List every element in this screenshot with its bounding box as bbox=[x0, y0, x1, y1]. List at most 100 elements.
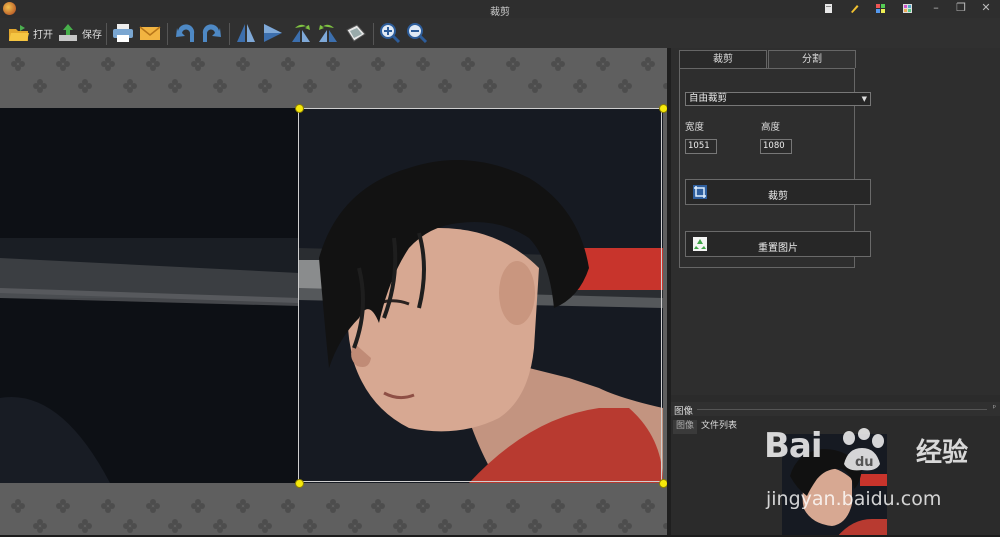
flower-pattern-icon bbox=[168, 519, 182, 533]
save-button[interactable]: 保存 bbox=[57, 21, 102, 45]
tab-crop[interactable]: 裁剪 bbox=[679, 50, 767, 68]
undo-button[interactable] bbox=[173, 21, 197, 45]
flower-pattern-icon bbox=[146, 499, 160, 513]
flower-pattern-icon bbox=[618, 79, 632, 93]
flower-pattern-icon bbox=[78, 79, 92, 93]
header-rule bbox=[697, 409, 987, 410]
palette-grid-icon[interactable] bbox=[902, 3, 913, 14]
crop-handle-top-right[interactable] bbox=[659, 104, 667, 113]
image-thumbnail[interactable] bbox=[782, 434, 887, 537]
reset-button-label: 重置图片 bbox=[758, 243, 798, 254]
flower-pattern-icon bbox=[236, 499, 250, 513]
crop-button-label: 裁剪 bbox=[768, 191, 788, 202]
flower-pattern-icon bbox=[258, 79, 272, 93]
flower-pattern-icon bbox=[596, 499, 610, 513]
zoom-in-button[interactable] bbox=[379, 21, 401, 45]
image-canvas[interactable] bbox=[0, 48, 667, 535]
flip-vertical-button[interactable] bbox=[235, 21, 257, 45]
panel-title: 图像 bbox=[674, 406, 694, 417]
palette-icon[interactable] bbox=[875, 3, 886, 14]
open-button[interactable]: 打开 bbox=[8, 21, 53, 45]
toolbar-separator bbox=[167, 23, 168, 45]
crop-handle-top-left[interactable] bbox=[295, 104, 304, 113]
save-icon bbox=[59, 24, 77, 41]
flower-pattern-icon bbox=[281, 57, 295, 71]
flower-pattern-icon bbox=[11, 499, 25, 513]
flower-pattern-icon bbox=[348, 519, 362, 533]
flower-pattern-icon bbox=[78, 519, 92, 533]
rotate-left-button[interactable] bbox=[289, 21, 313, 45]
rotate-right-icon bbox=[319, 24, 337, 42]
flower-pattern-icon bbox=[483, 79, 497, 93]
open-label: 打开 bbox=[33, 29, 53, 41]
width-field[interactable]: 1051 bbox=[685, 139, 717, 154]
zoom-out-icon bbox=[407, 23, 428, 44]
flower-pattern-icon bbox=[371, 499, 385, 513]
flower-pattern-icon bbox=[461, 57, 475, 71]
crop-handle-bottom-right[interactable] bbox=[659, 479, 667, 488]
thumbnail-photo bbox=[782, 434, 887, 537]
height-field[interactable]: 1080 bbox=[760, 139, 792, 154]
print-button[interactable] bbox=[112, 21, 134, 45]
flower-pattern-icon bbox=[348, 79, 362, 93]
rotate-right-button[interactable] bbox=[316, 21, 340, 45]
toolbar-separator bbox=[373, 23, 374, 45]
crop-mode-select[interactable]: 自由裁剪 ▼ bbox=[685, 92, 871, 106]
minimize-button[interactable]: – bbox=[928, 2, 944, 14]
width-label: 宽度 bbox=[685, 122, 705, 133]
flower-pattern-icon bbox=[123, 79, 137, 93]
image-browser-panel: 图像 ᵖ 图像 文件列表 Bai du 经验 jingyan.baidu.com bbox=[671, 398, 1000, 537]
flower-pattern-icon bbox=[146, 57, 160, 71]
tab-image[interactable]: 图像 bbox=[673, 420, 698, 434]
pencil-icon[interactable] bbox=[849, 3, 860, 14]
flower-pattern-icon bbox=[573, 79, 587, 93]
flower-pattern-icon bbox=[641, 57, 655, 71]
title-bar: 裁剪 – ❐ ✕ bbox=[0, 0, 1000, 18]
flower-pattern-icon bbox=[236, 57, 250, 71]
flip-horizontal-button[interactable] bbox=[262, 21, 284, 45]
flower-pattern-icon bbox=[11, 57, 25, 71]
crop-panel: 裁剪 分割 自由裁剪 ▼ 宽度 高度 1051 1080 裁剪 重置图片 bbox=[671, 48, 1000, 395]
flower-pattern-icon bbox=[371, 57, 385, 71]
restore-button[interactable]: ❐ bbox=[953, 2, 969, 14]
email-button[interactable] bbox=[139, 21, 161, 45]
crop-handle-bottom-left[interactable] bbox=[295, 479, 304, 488]
pin-icon[interactable]: ᵖ bbox=[993, 403, 996, 412]
transform-icon bbox=[346, 24, 366, 42]
zoom-out-button[interactable] bbox=[406, 21, 428, 45]
crop-rectangle[interactable] bbox=[298, 108, 662, 482]
save-label: 保存 bbox=[82, 29, 102, 41]
crop-button[interactable]: 裁剪 bbox=[685, 179, 871, 205]
flower-pattern-icon bbox=[438, 519, 452, 533]
flower-pattern-icon bbox=[56, 57, 70, 71]
toolbar: 打开 保存 bbox=[0, 18, 1000, 49]
transform-button[interactable] bbox=[344, 21, 368, 45]
flower-pattern-icon bbox=[101, 57, 115, 71]
flower-pattern-icon bbox=[213, 79, 227, 93]
tab-file-list[interactable]: 文件列表 bbox=[698, 420, 740, 434]
open-folder-icon bbox=[9, 25, 29, 41]
flower-pattern-icon bbox=[191, 499, 205, 513]
flower-pattern-icon bbox=[528, 79, 542, 93]
flower-pattern-icon bbox=[483, 519, 497, 533]
redo-button[interactable] bbox=[200, 21, 224, 45]
close-button[interactable]: ✕ bbox=[978, 2, 994, 14]
flower-pattern-icon bbox=[528, 519, 542, 533]
flower-pattern-icon bbox=[326, 499, 340, 513]
flower-pattern-icon bbox=[551, 57, 565, 71]
flower-pattern-icon bbox=[281, 499, 295, 513]
chevron-down-icon: ▼ bbox=[861, 95, 867, 103]
flower-pattern-icon bbox=[101, 499, 115, 513]
print-icon bbox=[113, 24, 133, 42]
page-icon[interactable] bbox=[823, 3, 834, 14]
flower-pattern-icon bbox=[506, 57, 520, 71]
flip-vertical-icon bbox=[237, 24, 255, 42]
tab-split[interactable]: 分割 bbox=[768, 50, 856, 68]
email-icon bbox=[139, 26, 161, 40]
redo-icon bbox=[202, 24, 221, 42]
flower-pattern-icon bbox=[303, 519, 317, 533]
height-label: 高度 bbox=[761, 122, 781, 133]
reset-image-button[interactable]: 重置图片 bbox=[685, 231, 871, 257]
undo-icon bbox=[176, 24, 195, 42]
flower-pattern-icon bbox=[393, 79, 407, 93]
